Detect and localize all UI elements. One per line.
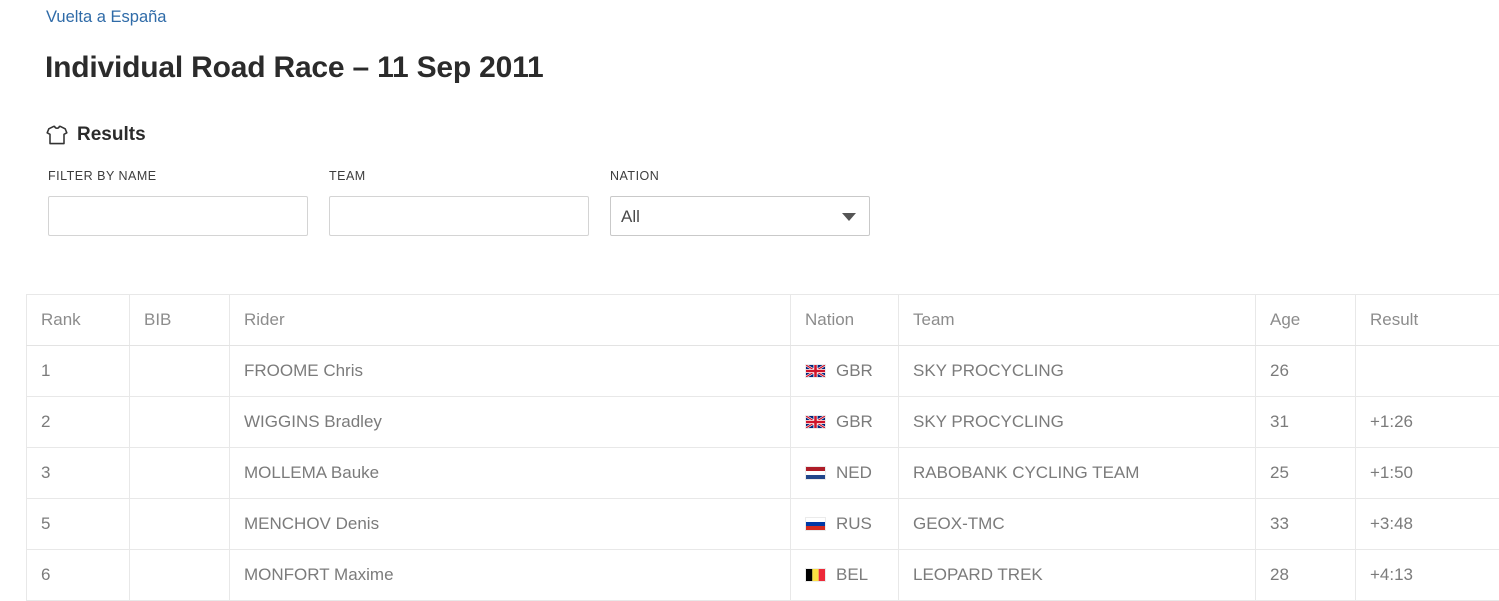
- jersey-icon: [46, 125, 68, 145]
- cell-age: 25: [1255, 447, 1356, 499]
- results-heading-label: Results: [77, 124, 146, 145]
- results-table: Rank BIB Rider Nation Team Age Result 1 F…: [26, 294, 1499, 601]
- cell-result: +1:50: [1355, 447, 1499, 499]
- filter-group-team: TEAM: [329, 168, 589, 236]
- cell-rider[interactable]: MOLLEMA Bauke: [229, 447, 791, 499]
- flag-gbr-icon: [805, 415, 826, 429]
- filter-group-nation: NATION All: [610, 168, 870, 236]
- cell-result: +4:13: [1355, 549, 1499, 601]
- cell-team[interactable]: GEOX-TMC: [898, 498, 1256, 550]
- results-page: Vuelta a España Individual Road Race – 1…: [0, 0, 1499, 601]
- nation-code: BEL: [836, 565, 869, 584]
- cell-age: 26: [1255, 345, 1356, 397]
- breadcrumb-vuelta-a-espana[interactable]: Vuelta a España: [46, 6, 166, 28]
- filter-by-name-input[interactable]: [48, 196, 308, 236]
- column-header-bib[interactable]: BIB: [129, 294, 230, 346]
- cell-nation: NED: [790, 447, 899, 499]
- filter-group-name: FILTER BY NAME: [48, 168, 308, 236]
- nation-code: GBR: [836, 412, 873, 431]
- flag-ned-icon: [805, 466, 826, 480]
- cell-nation: GBR: [790, 345, 899, 397]
- cell-team[interactable]: LEOPARD TREK: [898, 549, 1256, 601]
- cell-bib: [129, 549, 230, 601]
- results-table-container[interactable]: Rank BIB Rider Nation Team Age Result 1 F…: [26, 294, 1499, 601]
- cell-bib: [129, 345, 230, 397]
- table-row[interactable]: 3 MOLLEMA Bauke NED RABOBANK CYCLING TEAM 25…: [26, 447, 1499, 499]
- cell-nation: GBR: [790, 396, 899, 448]
- cell-age: 31: [1255, 396, 1356, 448]
- table-row[interactable]: 1 FROOME Chris GBR SKY PROCYCLING 26: [26, 345, 1499, 397]
- cell-bib: [129, 447, 230, 499]
- cell-rank: 3: [26, 447, 130, 499]
- cell-rank: 1: [26, 345, 130, 397]
- results-section-heading: Results: [46, 123, 146, 147]
- cell-rider[interactable]: WIGGINS Bradley: [229, 396, 791, 448]
- filter-by-name-label: FILTER BY NAME: [48, 169, 157, 183]
- table-row[interactable]: 2 WIGGINS Bradley GBR SKY PROCYCLING 31 +1:26: [26, 396, 1499, 448]
- table-row[interactable]: 5 MENCHOV Denis RUS GEOX-TMC 33 +3:48: [26, 498, 1499, 550]
- cell-nation: RUS: [790, 498, 899, 550]
- column-header-age[interactable]: Age: [1255, 294, 1356, 346]
- results-table-head: Rank BIB Rider Nation Team Age Result: [26, 294, 1499, 346]
- flag-rus-icon: [805, 517, 826, 531]
- cell-age: 33: [1255, 498, 1356, 550]
- nation-filter-select[interactable]: All: [610, 196, 870, 236]
- cell-rider[interactable]: MENCHOV Denis: [229, 498, 791, 550]
- cell-team[interactable]: SKY PROCYCLING: [898, 345, 1256, 397]
- cell-result: +1:26: [1355, 396, 1499, 448]
- column-header-team[interactable]: Team: [898, 294, 1256, 346]
- column-header-result[interactable]: Result: [1355, 294, 1499, 346]
- filter-bar: FILTER BY NAME TEAM NATION All: [48, 168, 888, 248]
- team-filter-input[interactable]: [329, 196, 589, 236]
- cell-nation: BEL: [790, 549, 899, 601]
- nation-code: NED: [836, 463, 872, 482]
- cell-bib: [129, 396, 230, 448]
- cell-rank: 5: [26, 498, 130, 550]
- cell-rider[interactable]: FROOME Chris: [229, 345, 791, 397]
- results-table-body: 1 FROOME Chris GBR SKY PROCYCLING 26 2 WIGGINS…: [26, 345, 1499, 601]
- nation-code: GBR: [836, 361, 873, 380]
- table-header-row: Rank BIB Rider Nation Team Age Result: [26, 294, 1499, 346]
- flag-gbr-icon: [805, 364, 826, 378]
- nation-filter-label: NATION: [610, 169, 660, 183]
- team-filter-label: TEAM: [329, 169, 366, 183]
- cell-rank: 6: [26, 549, 130, 601]
- column-header-nation[interactable]: Nation: [790, 294, 899, 346]
- page-title: Individual Road Race – 11 Sep 2011: [45, 51, 544, 84]
- column-header-rider[interactable]: Rider: [229, 294, 791, 346]
- flag-bel-icon: [805, 568, 826, 582]
- cell-team[interactable]: SKY PROCYCLING: [898, 396, 1256, 448]
- cell-result: +3:48: [1355, 498, 1499, 550]
- cell-age: 28: [1255, 549, 1356, 601]
- cell-rider[interactable]: MONFORT Maxime: [229, 549, 791, 601]
- nation-select-wrapper: All: [610, 196, 870, 236]
- cell-bib: [129, 498, 230, 550]
- nation-code: RUS: [836, 514, 872, 533]
- cell-rank: 2: [26, 396, 130, 448]
- cell-team[interactable]: RABOBANK CYCLING TEAM: [898, 447, 1256, 499]
- cell-result: [1355, 345, 1499, 397]
- column-header-rank[interactable]: Rank: [26, 294, 130, 346]
- table-row[interactable]: 6 MONFORT Maxime BEL LEOPARD TREK 28 +4:13: [26, 549, 1499, 601]
